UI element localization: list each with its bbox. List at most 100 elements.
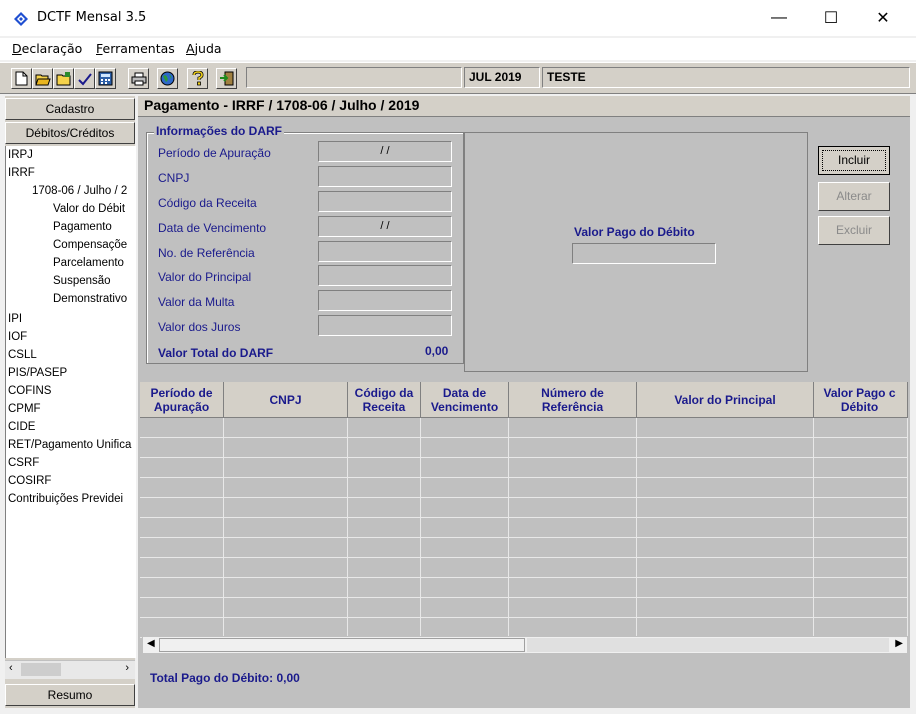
close-button[interactable]: ✕ xyxy=(860,0,906,36)
table-scroll-left-icon[interactable]: ◀ xyxy=(147,638,155,649)
table-cell[interactable] xyxy=(509,518,637,538)
minimize-button[interactable]: — xyxy=(756,0,802,36)
table-cell[interactable] xyxy=(509,418,637,438)
menu-ajuda[interactable]: Ajuda xyxy=(186,41,222,56)
table-cell[interactable] xyxy=(637,558,814,578)
table-cell[interactable] xyxy=(421,618,509,638)
table-cell[interactable] xyxy=(421,538,509,558)
table-cell[interactable] xyxy=(814,598,908,618)
tree-item-cosirf[interactable]: COSIRF xyxy=(8,475,51,487)
valor-principal-input[interactable] xyxy=(318,265,452,286)
table-cell[interactable] xyxy=(348,498,421,518)
table-cell[interactable] xyxy=(140,618,224,638)
table-cell[interactable] xyxy=(637,458,814,478)
table-cell[interactable] xyxy=(509,558,637,578)
table-cell[interactable] xyxy=(509,478,637,498)
verify-button[interactable] xyxy=(74,68,95,89)
menu-declaracao[interactable]: Declaração xyxy=(12,41,82,56)
table-cell[interactable] xyxy=(224,598,348,618)
column-header-cnpj[interactable]: CNPJ xyxy=(224,382,348,418)
table-cell[interactable] xyxy=(348,478,421,498)
table-cell[interactable] xyxy=(421,598,509,618)
tree-item-ipi[interactable]: IPI xyxy=(8,313,22,325)
tree-item-pis-pasep[interactable]: PIS/PASEP xyxy=(8,367,67,379)
tree-item-1708-06[interactable]: 1708-06 / Julho / 2 xyxy=(32,185,127,197)
table-cell[interactable] xyxy=(814,438,908,458)
table-cell[interactable] xyxy=(814,498,908,518)
table-cell[interactable] xyxy=(814,458,908,478)
payments-table[interactable]: Período de Apuração CNPJ Código da Recei… xyxy=(140,382,908,652)
column-header-periodo[interactable]: Período de Apuração xyxy=(140,382,224,418)
table-cell[interactable] xyxy=(509,458,637,478)
table-cell[interactable] xyxy=(224,518,348,538)
table-cell[interactable] xyxy=(637,618,814,638)
table-cell[interactable] xyxy=(348,418,421,438)
maximize-button[interactable]: ☐ xyxy=(808,0,854,36)
table-cell[interactable] xyxy=(348,518,421,538)
excluir-button[interactable]: Excluir xyxy=(818,216,890,245)
alterar-button[interactable]: Alterar xyxy=(818,182,890,211)
table-cell[interactable] xyxy=(637,478,814,498)
tree-item-parcelamento[interactable]: Parcelamento xyxy=(53,257,124,269)
table-cell[interactable] xyxy=(224,438,348,458)
valor-pago-input[interactable] xyxy=(572,243,716,264)
table-cell[interactable] xyxy=(140,558,224,578)
table-cell[interactable] xyxy=(224,498,348,518)
table-cell[interactable] xyxy=(814,518,908,538)
table-cell[interactable] xyxy=(348,578,421,598)
table-cell[interactable] xyxy=(140,458,224,478)
folder-button[interactable] xyxy=(53,68,74,89)
tree-item-contribuicoes-previdenciarias[interactable]: Contribuições Previdei xyxy=(8,493,123,505)
table-cell[interactable] xyxy=(140,578,224,598)
menu-ferramentas[interactable]: Ferramentas xyxy=(96,41,175,56)
table-cell[interactable] xyxy=(637,498,814,518)
table-cell[interactable] xyxy=(140,518,224,538)
table-cell[interactable] xyxy=(140,498,224,518)
tree-scroll-thumb[interactable] xyxy=(21,663,61,676)
tree-item-irpj[interactable]: IRPJ xyxy=(8,149,33,161)
table-cell[interactable] xyxy=(637,598,814,618)
table-cell[interactable] xyxy=(509,598,637,618)
scroll-right-icon[interactable]: › xyxy=(125,662,129,674)
table-cell[interactable] xyxy=(637,438,814,458)
table-cell[interactable] xyxy=(814,578,908,598)
resumo-button[interactable]: Resumo xyxy=(5,684,135,706)
table-cell[interactable] xyxy=(421,558,509,578)
table-cell[interactable] xyxy=(224,478,348,498)
table-cell[interactable] xyxy=(140,418,224,438)
column-header-codigo-receita[interactable]: Código da Receita xyxy=(348,382,421,418)
referencia-input[interactable] xyxy=(318,241,452,262)
tree-item-valor-debito[interactable]: Valor do Débit xyxy=(53,203,125,215)
table-cell[interactable] xyxy=(224,578,348,598)
table-horizontal-scrollbar[interactable]: ◀ ▶ xyxy=(142,636,908,654)
table-cell[interactable] xyxy=(637,518,814,538)
column-header-data-vencimento[interactable]: Data de Vencimento xyxy=(421,382,509,418)
table-cell[interactable] xyxy=(637,418,814,438)
table-cell[interactable] xyxy=(140,438,224,458)
table-cell[interactable] xyxy=(224,538,348,558)
tree-item-cide[interactable]: CIDE xyxy=(8,421,35,433)
data-vencimento-input[interactable]: / / xyxy=(318,216,452,237)
table-cell[interactable] xyxy=(348,538,421,558)
table-cell[interactable] xyxy=(814,558,908,578)
table-cell[interactable] xyxy=(140,478,224,498)
table-cell[interactable] xyxy=(224,558,348,578)
internet-button[interactable] xyxy=(157,68,178,89)
tree-item-iof[interactable]: IOF xyxy=(8,331,27,343)
table-cell[interactable] xyxy=(224,618,348,638)
table-cell[interactable] xyxy=(509,618,637,638)
table-cell[interactable] xyxy=(421,418,509,438)
valor-juros-input[interactable] xyxy=(318,315,452,336)
table-cell[interactable] xyxy=(421,518,509,538)
calculator-button[interactable] xyxy=(95,68,116,89)
codigo-receita-input[interactable] xyxy=(318,191,452,212)
tree-item-csll[interactable]: CSLL xyxy=(8,349,37,361)
tree-item-cofins[interactable]: COFINS xyxy=(8,385,51,397)
open-button[interactable] xyxy=(32,68,53,89)
table-cell[interactable] xyxy=(421,458,509,478)
scroll-left-icon[interactable]: ‹ xyxy=(9,662,13,674)
tree-item-compensacoes[interactable]: Compensaçõe xyxy=(53,239,127,251)
tree-item-demonstrativo[interactable]: Demonstrativo xyxy=(53,293,127,305)
incluir-button[interactable]: Incluir xyxy=(818,146,890,175)
table-cell[interactable] xyxy=(348,558,421,578)
